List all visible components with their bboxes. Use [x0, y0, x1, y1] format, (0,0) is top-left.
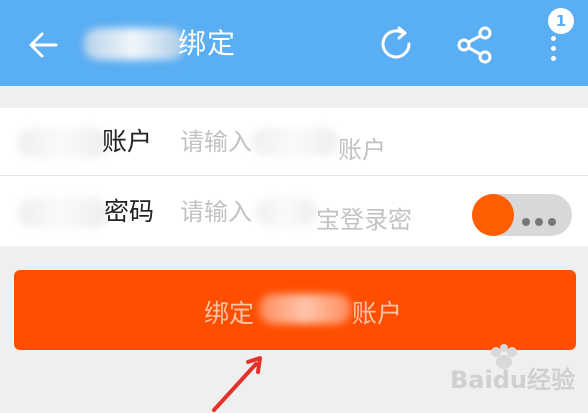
redacted-label-blur [18, 198, 108, 228]
toggle-dots-icon [522, 211, 561, 230]
redacted-label-blur [18, 128, 108, 158]
account-row: 账户 账户 [0, 108, 588, 176]
bind-account-button[interactable]: 绑定 账户 [14, 270, 576, 350]
watermark-text: Baidu经验 [450, 366, 575, 394]
header-bar: 绑定 1 [0, 0, 588, 86]
password-label: 密码 [104, 197, 155, 226]
password-row: 密码 宝登录密 [0, 178, 588, 246]
redacted-placeholder-blur [252, 128, 338, 156]
redacted-placeholder-blur [256, 198, 316, 226]
baidu-logo-icon: Baidu经验 [450, 344, 575, 394]
notification-badge: 1 [548, 8, 574, 34]
redacted-button-blur [259, 294, 351, 324]
redacted-title-blur [84, 28, 184, 60]
more-dots [551, 36, 557, 66]
back-arrow-icon[interactable] [26, 28, 60, 62]
baidu-watermark: Baidu经验 [448, 340, 588, 413]
account-placeholder-suffix: 账户 [338, 136, 386, 164]
password-placeholder-suffix: 宝登录密 [316, 206, 412, 234]
share-icon[interactable] [454, 24, 496, 66]
bind-button-label: 绑定 [204, 299, 255, 328]
password-visibility-toggle[interactable] [472, 194, 572, 236]
refresh-icon[interactable] [376, 24, 416, 64]
bind-account-form: 账户 账户 密码 宝登录密 [0, 108, 588, 246]
toggle-knob [472, 194, 514, 236]
page-title: 绑定 [178, 27, 237, 60]
bind-button-label-suffix: 账户 [352, 299, 403, 328]
account-label: 账户 [102, 127, 153, 156]
annotation-arrow [212, 356, 262, 412]
